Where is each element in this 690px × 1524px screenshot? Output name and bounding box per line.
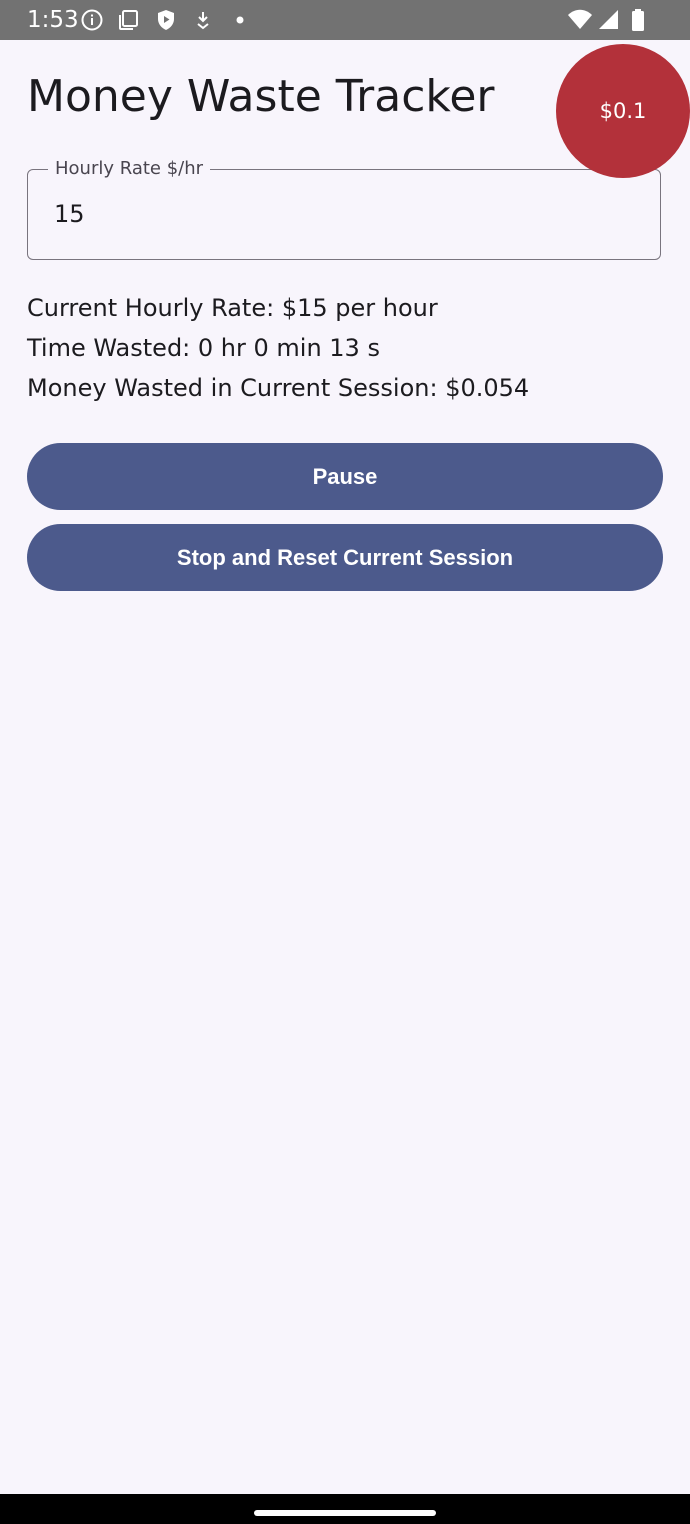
clipboard-icon <box>117 8 141 32</box>
hourly-rate-field[interactable]: Hourly Rate $/hr <box>27 158 661 260</box>
stop-reset-button[interactable]: Stop and Reset Current Session <box>27 524 663 591</box>
status-time: 1:53 <box>27 7 79 33</box>
wifi-icon <box>567 8 593 32</box>
money-bubble[interactable]: $0.1 <box>556 44 690 178</box>
status-bar: 1:53 <box>0 0 690 40</box>
stop-reset-button-label: Stop and Reset Current Session <box>176 544 514 570</box>
battery-icon <box>626 8 650 32</box>
pause-button-label: Pause <box>312 463 378 489</box>
navigation-bar <box>0 1494 690 1524</box>
bubble-amount: $0.1 <box>599 99 647 123</box>
info-icon <box>80 8 104 32</box>
hourly-rate-input[interactable] <box>54 198 614 230</box>
page-title: Money Waste Tracker <box>27 71 495 122</box>
shield-play-icon <box>154 8 178 32</box>
download-icon <box>191 8 215 32</box>
dot-icon <box>228 8 252 32</box>
pause-button[interactable]: Pause <box>27 443 663 510</box>
hourly-rate-label: Hourly Rate $/hr <box>48 158 211 180</box>
signal-icon <box>597 8 621 32</box>
money-wasted-text: Money Wasted in Current Session: $0.054 <box>27 374 530 402</box>
current-rate-text: Current Hourly Rate: $15 per hour <box>27 294 438 322</box>
time-wasted-text: Time Wasted: 0 hr 0 min 13 s <box>27 334 380 362</box>
app-screen: 1:53 Money Waste Tracker $0.1 Hourly Rat… <box>0 0 690 1524</box>
gesture-handle[interactable] <box>254 1510 436 1516</box>
